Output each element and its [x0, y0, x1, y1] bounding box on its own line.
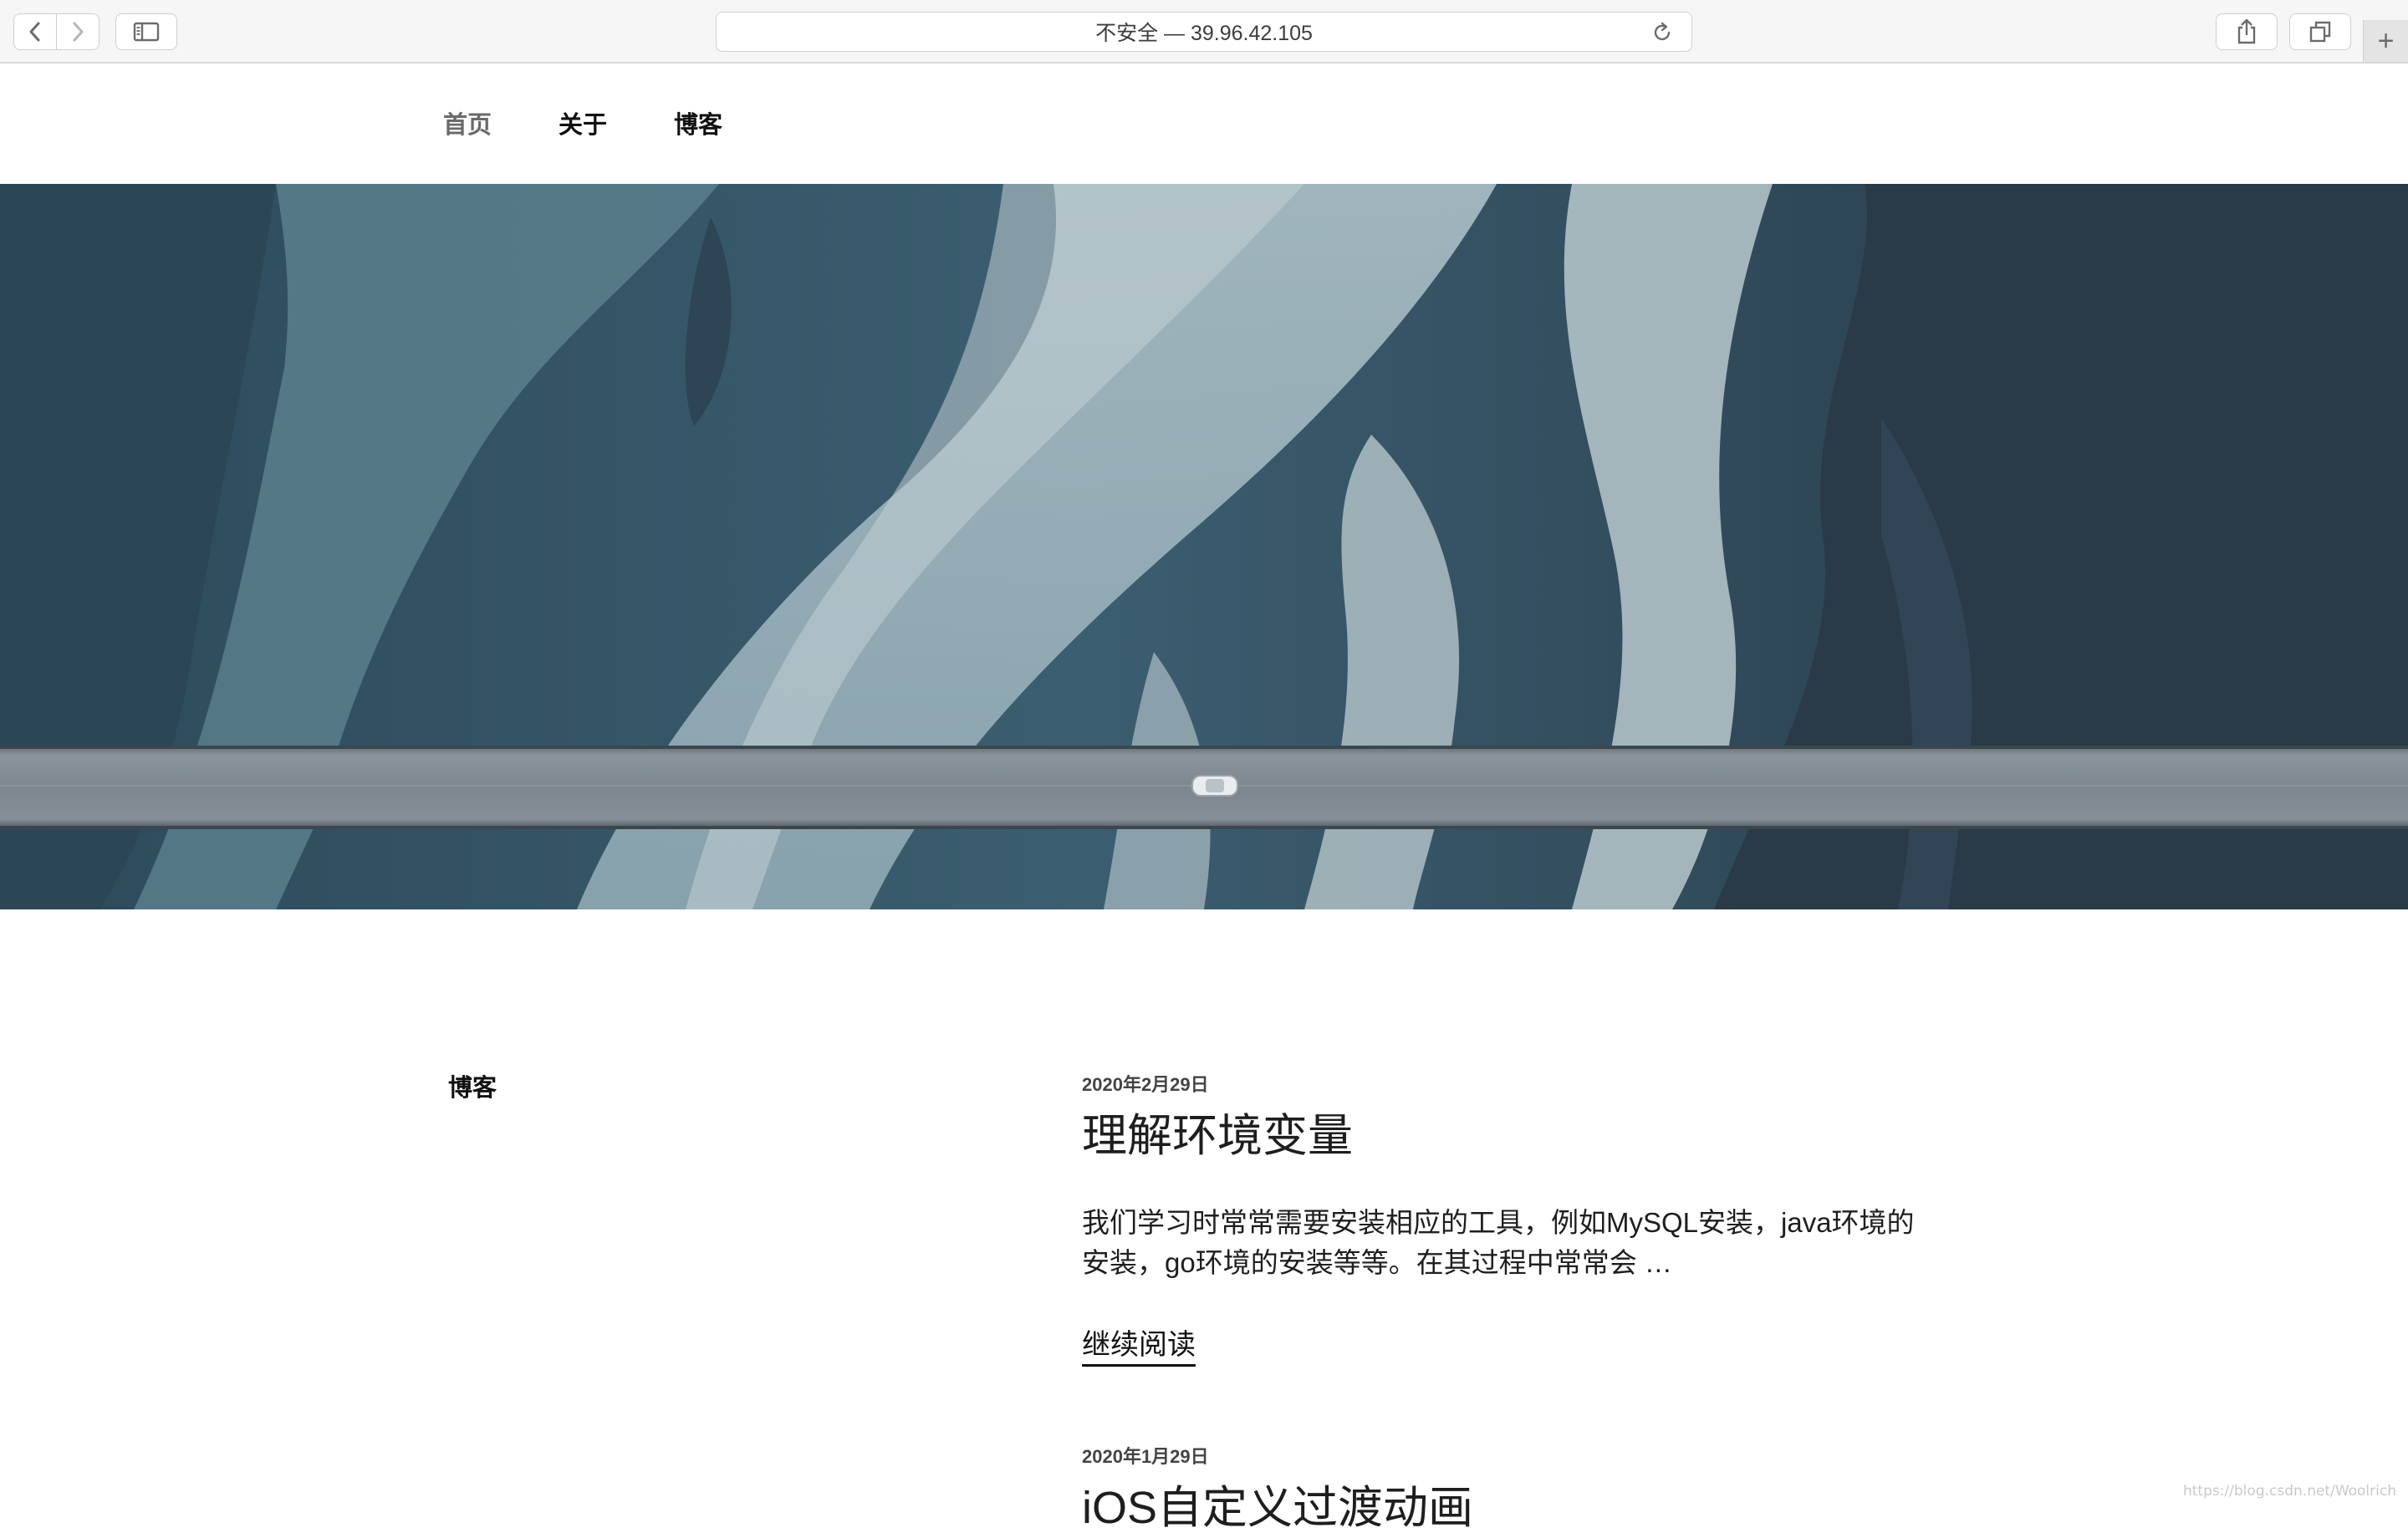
new-tab-button[interactable]: + [2363, 20, 2408, 62]
nav-item-about[interactable]: 关于 [559, 105, 607, 140]
share-icon [2236, 18, 2258, 45]
forward-button[interactable] [56, 13, 99, 50]
reload-icon[interactable] [1651, 22, 1673, 49]
post-date: 2020年2月29日 [1082, 1070, 1926, 1097]
post-title-link[interactable]: 理解环境变量 [1082, 1112, 1926, 1161]
post-excerpt: 我们学习时常常需要安装相应的工具，例如MySQL安装，java环境的安装，go环… [1082, 1203, 1926, 1283]
post-title-link[interactable]: iOS自定义过渡动画 [1082, 1484, 1926, 1533]
section-title: 博客 [448, 1068, 497, 1103]
nav-item-blog[interactable]: 博客 [674, 105, 722, 140]
read-more-link[interactable]: 继续阅读 [1082, 1322, 1196, 1367]
plus-icon: + [2378, 25, 2395, 58]
chevron-left-icon [26, 21, 44, 43]
primary-nav: 首页 关于 博客 [443, 105, 789, 140]
hero-image [0, 184, 2408, 909]
post-date: 2020年1月29日 [1082, 1442, 1926, 1469]
post-item: 2020年2月29日 理解环境变量 我们学习时常常需要安装相应的工具，例如MyS… [1082, 1070, 1926, 1367]
address-bar[interactable]: 不安全 — 39.96.42.105 [716, 12, 1692, 52]
hero-illustration [0, 184, 2408, 909]
browser-toolbar: 不安全 — 39.96.42.105 + [0, 0, 2408, 64]
site-header: 首页 关于 博客 [0, 65, 2408, 184]
back-button[interactable] [13, 13, 57, 50]
share-button[interactable] [2216, 13, 2278, 50]
chevron-right-icon [69, 21, 87, 43]
tabs-overview-button[interactable] [2289, 13, 2351, 50]
address-text: 不安全 — 39.96.42.105 [1095, 17, 1313, 47]
tabs-overview-icon [2309, 20, 2332, 43]
watermark-text: https://blog.csdn.net/Woolrich [2183, 1483, 2396, 1500]
post-item: 2020年1月29日 iOS自定义过渡动画 [1082, 1442, 1926, 1533]
sidebar-toggle-button[interactable] [115, 13, 177, 50]
sidebar-icon [133, 22, 160, 42]
nav-item-home[interactable]: 首页 [443, 105, 492, 140]
